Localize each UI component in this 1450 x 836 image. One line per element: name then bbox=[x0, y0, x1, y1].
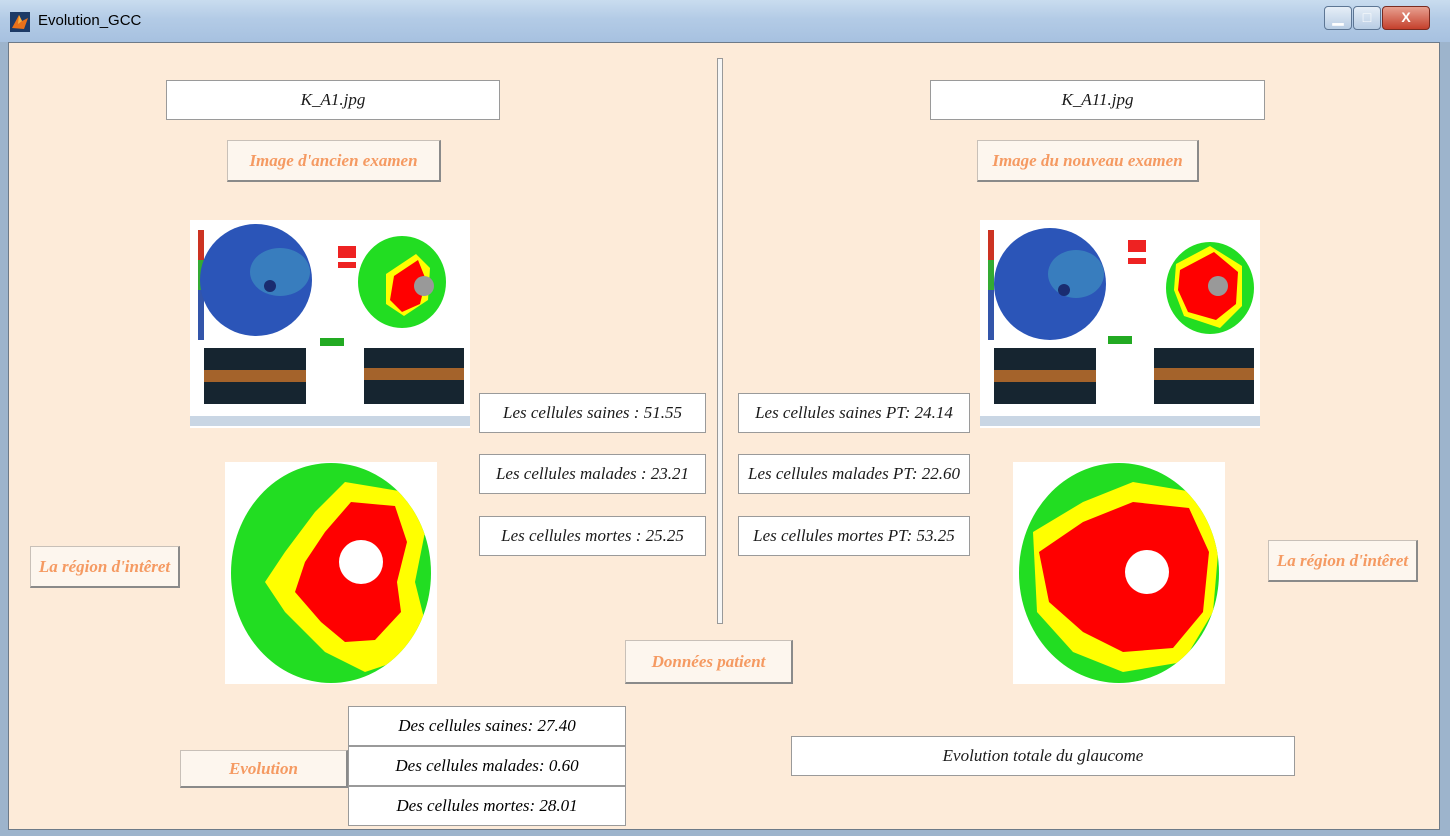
evolution-healthy: Des cellules saines: 27.40 bbox=[348, 706, 626, 746]
old-exam-image bbox=[190, 220, 470, 428]
patient-data-button[interactable]: Données patient bbox=[625, 640, 793, 684]
minimize-icon: ▁ bbox=[1332, 9, 1344, 25]
minimize-button[interactable]: ▁ bbox=[1324, 6, 1352, 30]
left-stat-dead: Les cellules mortes : 25.25 bbox=[479, 516, 706, 556]
left-roi-button[interactable]: La région d'intêret bbox=[30, 546, 180, 588]
new-exam-image-button[interactable]: Image du nouveau examen bbox=[977, 140, 1199, 182]
close-button[interactable]: X bbox=[1382, 6, 1430, 30]
vertical-divider bbox=[717, 58, 723, 624]
evolution-dead: Des cellules mortes: 28.01 bbox=[348, 786, 626, 826]
maximize-icon: □ bbox=[1362, 9, 1372, 25]
right-filename-field: K_A11.jpg bbox=[930, 80, 1265, 120]
left-stat-healthy: Les cellules saines : 51.55 bbox=[479, 393, 706, 433]
new-exam-image bbox=[980, 220, 1260, 428]
right-roi-button[interactable]: La région d'intêret bbox=[1268, 540, 1418, 582]
right-stat-healthy: Les cellules saines PT: 24.14 bbox=[738, 393, 970, 433]
left-filename-field: K_A1.jpg bbox=[166, 80, 500, 120]
main-panel bbox=[8, 42, 1440, 830]
left-stat-sick: Les cellules malades : 23.21 bbox=[479, 454, 706, 494]
matlab-icon bbox=[10, 12, 30, 32]
title-bar: Evolution_GCC ▁ □ X bbox=[0, 0, 1450, 42]
old-exam-image-button[interactable]: Image d'ancien examen bbox=[227, 140, 441, 182]
window-title: Evolution_GCC bbox=[38, 12, 142, 29]
old-roi-image bbox=[225, 462, 437, 684]
evolution-sick: Des cellules malades: 0.60 bbox=[348, 746, 626, 786]
maximize-button[interactable]: □ bbox=[1353, 6, 1381, 30]
evolution-button[interactable]: Evolution bbox=[180, 750, 348, 788]
close-icon: X bbox=[1401, 9, 1411, 25]
new-roi-image bbox=[1013, 462, 1225, 684]
right-stat-dead: Les cellules mortes PT: 53.25 bbox=[738, 516, 970, 556]
total-evolution-field: Evolution totale du glaucome bbox=[791, 736, 1295, 776]
right-stat-sick: Les cellules malades PT: 22.60 bbox=[738, 454, 970, 494]
